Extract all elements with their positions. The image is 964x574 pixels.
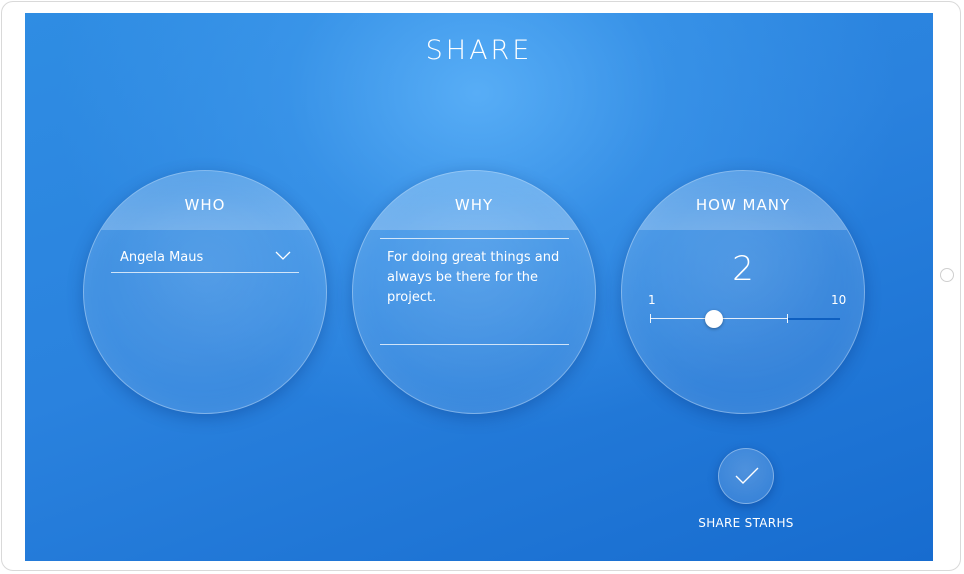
how-many-label: HOW MANY [695, 196, 791, 214]
why-field-bottom-border [380, 344, 569, 345]
who-dropdown[interactable]: Angela Maus [111, 247, 299, 273]
slider-tick-end [787, 314, 788, 323]
page-title: SHARE [425, 35, 533, 66]
how-many-panel: HOW MANY 2 1 10 [621, 170, 865, 414]
slider-min-label: 1 [648, 293, 656, 307]
why-textarea[interactable]: For doing great things and always be the… [387, 248, 567, 308]
why-field-top-border [380, 238, 569, 239]
slider-track-end [788, 318, 840, 320]
share-button-label[interactable]: SHARE STARHS [685, 516, 807, 530]
who-selected-value: Angela Maus [120, 250, 204, 265]
slider-tick-start [650, 314, 651, 323]
share-screen: SHARE WHO Angela Maus WHY For doing grea… [25, 13, 933, 561]
share-button[interactable] [718, 448, 774, 504]
count-value: 2 [732, 249, 754, 289]
check-icon [735, 467, 759, 484]
why-panel: WHY For doing great things and always be… [352, 170, 596, 414]
who-panel: WHO Angela Maus [83, 170, 327, 414]
home-button[interactable] [940, 268, 954, 282]
count-slider[interactable] [650, 310, 840, 328]
slider-thumb[interactable] [705, 310, 723, 328]
slider-max-label: 10 [831, 293, 847, 307]
chevron-down-icon [275, 251, 291, 260]
why-label: WHY [454, 196, 494, 214]
who-label: WHO [184, 196, 226, 214]
